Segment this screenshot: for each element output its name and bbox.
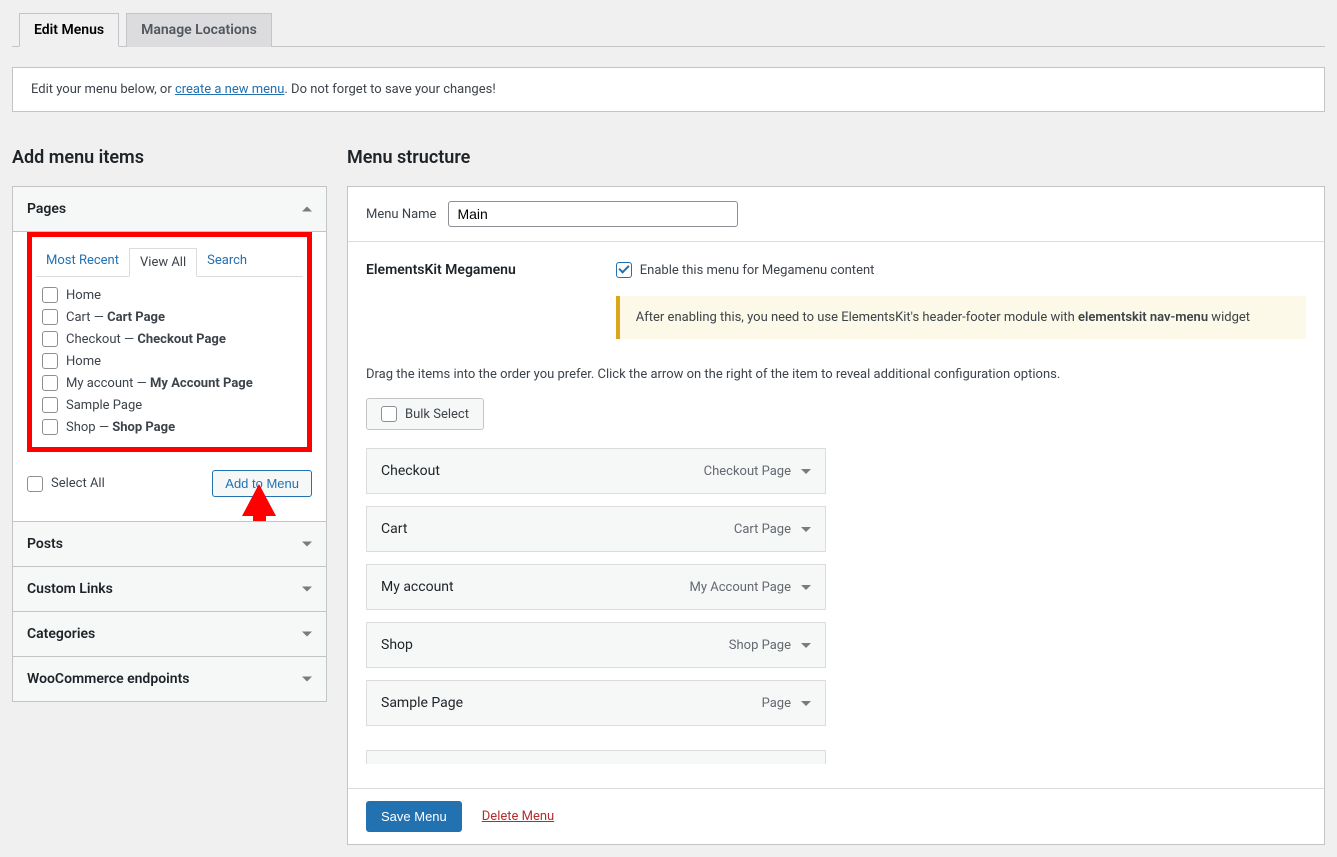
page-item-label: Home bbox=[66, 354, 101, 369]
menu-item-type: Checkout Page bbox=[704, 464, 791, 479]
menu-items-list: CheckoutCheckout Page CartCart Page My acc… bbox=[348, 448, 1324, 750]
menu-structure-column: Menu structure Menu Name ElementsKit Meg… bbox=[347, 147, 1325, 845]
menu-item[interactable]: Sample PagePage bbox=[366, 680, 826, 726]
page-item-label: Sample Page bbox=[66, 398, 142, 413]
bulk-select-checkbox[interactable] bbox=[381, 406, 397, 422]
menu-item[interactable]: CheckoutCheckout Page bbox=[366, 448, 826, 494]
chevron-down-icon[interactable] bbox=[801, 527, 811, 532]
chevron-down-icon bbox=[302, 632, 312, 637]
accordion-title-pages-label: Pages bbox=[27, 201, 66, 217]
chevron-down-icon[interactable] bbox=[801, 469, 811, 474]
enable-megamenu-label: Enable this menu for Megamenu content bbox=[640, 263, 875, 278]
add-items-heading: Add menu items bbox=[12, 147, 327, 168]
menu-item[interactable]: ShopShop Page bbox=[366, 622, 826, 668]
accordion-title-custom-links-label: Custom Links bbox=[27, 581, 113, 597]
menu-name-input[interactable] bbox=[448, 201, 738, 227]
select-all-label: Select All bbox=[51, 476, 105, 491]
accordion-title-posts[interactable]: Posts bbox=[13, 521, 326, 566]
notice-prefix: Edit your menu below, or bbox=[31, 82, 175, 97]
page-item[interactable]: Sample Page bbox=[38, 397, 301, 413]
page-item-checkbox[interactable] bbox=[42, 397, 58, 413]
menu-item-title: Cart bbox=[381, 521, 734, 537]
menu-item-title: Shop bbox=[381, 637, 729, 653]
accordion-title-posts-label: Posts bbox=[27, 536, 63, 552]
chevron-down-icon bbox=[302, 542, 312, 547]
page-item[interactable]: Checkout — Checkout Page bbox=[38, 331, 301, 347]
accordion-title-pages[interactable]: Pages bbox=[13, 187, 326, 231]
menu-edit-panel: Menu Name ElementsKit Megamenu Enable th… bbox=[347, 186, 1325, 845]
chevron-down-icon[interactable] bbox=[801, 643, 811, 648]
page-item-checkbox[interactable] bbox=[42, 309, 58, 325]
megamenu-notice-suffix: widget bbox=[1208, 310, 1250, 325]
accordion-title-categories[interactable]: Categories bbox=[13, 611, 326, 656]
page-item[interactable]: Home bbox=[38, 287, 301, 303]
page-item[interactable]: Shop — Shop Page bbox=[38, 419, 301, 435]
menu-item[interactable]: My accountMy Account Page bbox=[366, 564, 826, 610]
menu-item-type: Shop Page bbox=[729, 638, 791, 653]
chevron-down-icon bbox=[302, 587, 312, 592]
menu-name-label: Menu Name bbox=[366, 207, 436, 222]
megamenu-notice-bold: elementskit nav-menu bbox=[1078, 310, 1208, 325]
menu-item-type: Cart Page bbox=[734, 522, 791, 537]
accordion-title-woo[interactable]: WooCommerce endpoints bbox=[13, 656, 326, 701]
highlight-box: Most Recent View All Search Home Cart — C… bbox=[27, 232, 312, 452]
page-item[interactable]: Home bbox=[38, 353, 301, 369]
add-menu-items-column: Add menu items Pages Most Recent View Al… bbox=[12, 147, 327, 845]
menu-item-type: My Account Page bbox=[690, 580, 791, 595]
accordion-section-pages: Pages Most Recent View All Search Home Ca… bbox=[13, 187, 326, 521]
enable-megamenu-checkbox[interactable] bbox=[616, 262, 632, 278]
megamenu-label: ElementsKit Megamenu bbox=[366, 262, 516, 278]
megamenu-notice-prefix: After enabling this, you need to use Ele… bbox=[636, 310, 1078, 325]
tab-manage-locations[interactable]: Manage Locations bbox=[126, 13, 272, 47]
menu-item-title: Sample Page bbox=[381, 695, 762, 711]
menu-item[interactable]: CartCart Page bbox=[366, 506, 826, 552]
select-all-checkbox[interactable] bbox=[27, 476, 43, 492]
page-item-label: Checkout — Checkout Page bbox=[66, 332, 226, 347]
create-new-menu-link[interactable]: create a new menu bbox=[175, 82, 284, 97]
chevron-down-icon[interactable] bbox=[801, 701, 811, 706]
add-to-menu-button[interactable]: Add to Menu bbox=[212, 470, 312, 497]
page-item-checkbox[interactable] bbox=[42, 419, 58, 435]
inner-tab-search[interactable]: Search bbox=[197, 247, 257, 276]
page-item-label: Cart — Cart Page bbox=[66, 310, 165, 325]
chevron-down-icon bbox=[302, 677, 312, 682]
menu-item-cut bbox=[366, 750, 826, 764]
tab-edit-menus[interactable]: Edit Menus bbox=[19, 13, 119, 47]
page-item-checkbox[interactable] bbox=[42, 287, 58, 303]
chevron-down-icon[interactable] bbox=[801, 585, 811, 590]
save-menu-button[interactable]: Save Menu bbox=[366, 801, 462, 832]
page-item-checkbox[interactable] bbox=[42, 375, 58, 391]
nav-tab-wrapper: Edit Menus Manage Locations bbox=[12, 12, 1325, 47]
pages-list: Home Cart — Cart Page Checkout — Checkout … bbox=[38, 287, 301, 435]
inner-tab-view-all[interactable]: View All bbox=[129, 248, 197, 277]
page-item[interactable]: Cart — Cart Page bbox=[38, 309, 301, 325]
inner-tab-most-recent[interactable]: Most Recent bbox=[36, 247, 129, 276]
menu-structure-heading: Menu structure bbox=[347, 147, 1325, 168]
notice-bar: Edit your menu below, or create a new me… bbox=[12, 67, 1325, 112]
page-item[interactable]: My account — My Account Page bbox=[38, 375, 301, 391]
menu-item-title: My account bbox=[381, 579, 690, 595]
page-item-checkbox[interactable] bbox=[42, 331, 58, 347]
notice-suffix: . Do not forget to save your changes! bbox=[284, 82, 495, 97]
page-item-checkbox[interactable] bbox=[42, 353, 58, 369]
accordion-container: Pages Most Recent View All Search Home Ca… bbox=[12, 186, 327, 702]
page-item-label: Shop — Shop Page bbox=[66, 420, 175, 435]
delete-menu-link[interactable]: Delete Menu bbox=[482, 809, 554, 824]
accordion-title-categories-label: Categories bbox=[27, 626, 95, 642]
page-item-label: My account — My Account Page bbox=[66, 376, 253, 391]
footer-bar: Save Menu Delete Menu bbox=[348, 788, 1324, 844]
accordion-title-custom-links[interactable]: Custom Links bbox=[13, 566, 326, 611]
menu-item-type: Page bbox=[762, 696, 791, 711]
megamenu-notice: After enabling this, you need to use Ele… bbox=[616, 296, 1306, 339]
chevron-up-icon bbox=[302, 207, 312, 212]
bulk-select-label: Bulk Select bbox=[405, 407, 469, 422]
menu-item-title: Checkout bbox=[381, 463, 704, 479]
page-item-label: Home bbox=[66, 288, 101, 303]
accordion-title-woo-label: WooCommerce endpoints bbox=[27, 671, 189, 687]
drag-description: Drag the items into the order you prefer… bbox=[348, 359, 1324, 398]
